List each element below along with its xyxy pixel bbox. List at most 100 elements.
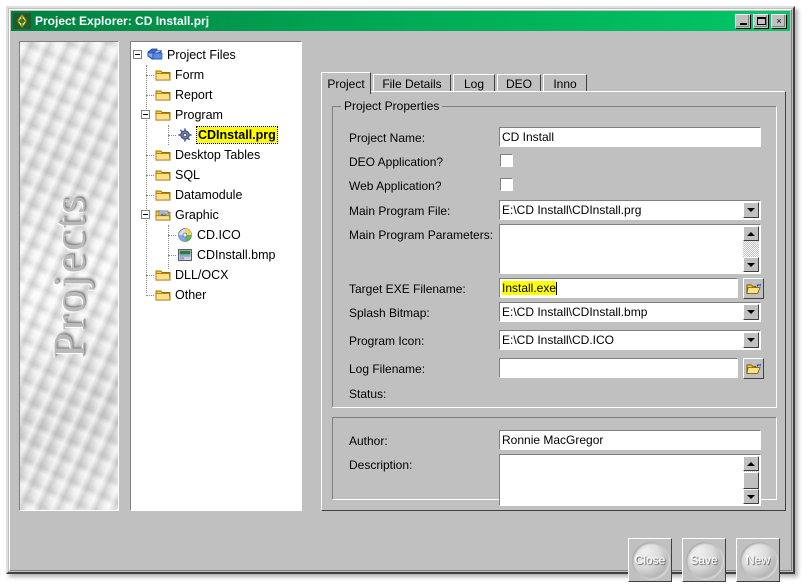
tree-node-label: Other <box>175 288 207 302</box>
project-tree-panel[interactable]: Project Files Form Report Program CDInst… <box>130 41 302 511</box>
log-filename-label: Log Filename: <box>349 362 426 376</box>
expander-minus-icon[interactable] <box>141 210 150 219</box>
projects-banner: Projects <box>19 41 119 511</box>
target-exe-label: Target EXE Filename: <box>349 282 466 296</box>
main-program-file-combo[interactable]: E:\CD Install\CDInstall.prg <box>499 200 761 220</box>
main-program-file-value: E:\CD Install\CDInstall.prg <box>502 203 642 217</box>
screenshot-root: Project Explorer: CD Install.prj × Proje… <box>0 0 809 585</box>
tree-node-label: Form <box>175 68 205 82</box>
folder-icon <box>155 267 171 283</box>
author-input[interactable]: Ronnie MacGregor <box>499 430 761 450</box>
tree-connector <box>146 155 154 156</box>
tab-label: Inno <box>553 76 577 91</box>
tree-node-cdinstall-prg[interactable]: CDInstall.prg <box>131 125 301 145</box>
program-icon-combo[interactable]: E:\CD Install\CD.ICO <box>499 330 761 350</box>
target-exe-browse-button[interactable] <box>743 278 764 299</box>
tree-connector <box>146 175 154 176</box>
tree-node-cd-ico[interactable]: CD.ICO <box>131 225 301 245</box>
log-filename-browse-button[interactable] <box>743 358 764 379</box>
tab-page-project: Project Properties Project Name: CD Inst… <box>321 91 786 511</box>
tree-node-desktop-tables[interactable]: Desktop Tables <box>131 145 301 165</box>
title-bar-buttons: × <box>735 13 787 29</box>
project-files-icon <box>147 47 163 63</box>
save-action-button[interactable]: Save <box>682 538 726 582</box>
tree-node-graphic[interactable]: Graphic <box>131 205 301 225</box>
tree-connector <box>146 195 154 196</box>
program-gear-icon <box>177 127 193 143</box>
text-caret <box>556 281 558 295</box>
tree-node-project-files[interactable]: Project Files <box>131 45 301 65</box>
memo-scrollbar[interactable] <box>743 226 759 272</box>
tree-node-datamodule[interactable]: Datamodule <box>131 185 301 205</box>
tree-node-label: Graphic <box>175 208 219 222</box>
tree-node-dll-ocx[interactable]: DLL/OCX <box>131 265 301 285</box>
expander-minus-icon[interactable] <box>141 110 150 119</box>
close-action-button[interactable]: Close <box>628 538 672 582</box>
chevron-down-icon[interactable] <box>743 304 759 320</box>
tree-node-label: DLL/OCX <box>175 268 229 282</box>
tree-node-sql[interactable]: SQL <box>131 165 301 185</box>
deo-application-label: DEO Application? <box>349 155 444 169</box>
window-client-area: Projects Project Files Form Report Progr… <box>11 32 790 582</box>
scroll-down-arrow-icon[interactable] <box>743 489 759 504</box>
tree-connector <box>168 135 176 136</box>
tree-node-label: Project Files <box>167 48 236 62</box>
open-folder-browse-icon <box>746 282 761 294</box>
tree-node-label-selected: CDInstall.prg <box>196 126 278 144</box>
tab-inno[interactable]: Inno <box>543 74 587 92</box>
tab-deo[interactable]: DEO <box>497 74 541 92</box>
project-name-input[interactable]: CD Install <box>499 127 761 147</box>
folder-icon <box>155 147 171 163</box>
minimize-button[interactable] <box>735 13 751 29</box>
tab-file-details[interactable]: File Details <box>373 74 451 92</box>
tree-node-other[interactable]: Other <box>131 285 301 305</box>
scroll-up-arrow-icon[interactable] <box>743 456 759 471</box>
scroll-down-arrow-icon[interactable] <box>743 257 759 272</box>
tab-label: File Details <box>382 76 442 91</box>
chevron-down-icon[interactable] <box>743 202 759 218</box>
scrollbar-thumb[interactable] <box>743 472 759 489</box>
folder-icon <box>155 67 171 83</box>
close-button-label: Close <box>634 553 666 567</box>
scroll-up-arrow-icon[interactable] <box>743 226 759 241</box>
tree-node-form[interactable]: Form <box>131 65 301 85</box>
web-application-label: Web Application? <box>349 179 442 193</box>
description-label: Description: <box>349 458 413 472</box>
maximize-button[interactable] <box>753 13 769 29</box>
expander-minus-icon[interactable] <box>133 50 142 59</box>
log-filename-input[interactable] <box>499 358 738 378</box>
chevron-down-icon[interactable] <box>743 332 759 348</box>
tree-connector <box>168 235 176 236</box>
tab-strip: Project File Details Log DEO Inno <box>321 72 786 94</box>
tree-node-cdinstall-bmp[interactable]: CDInstall.bmp <box>131 245 301 265</box>
target-exe-value: Install.exe <box>502 281 557 295</box>
target-exe-input[interactable]: Install.exe <box>499 278 738 298</box>
tree-node-label: Program <box>175 108 223 122</box>
splash-bitmap-combo[interactable]: E:\CD Install\CDInstall.bmp <box>499 302 761 322</box>
web-application-checkbox[interactable] <box>500 178 513 191</box>
tree-node-program[interactable]: Program <box>131 105 301 125</box>
description-memo[interactable] <box>499 454 761 506</box>
program-icon-value: E:\CD Install\CD.ICO <box>502 333 615 347</box>
folder-icon <box>155 167 171 183</box>
author-label: Author: <box>349 434 388 448</box>
close-button[interactable]: × <box>771 13 787 29</box>
tree-node-report[interactable]: Report <box>131 85 301 105</box>
project-tree: Project Files Form Report Program CDInst… <box>131 45 301 305</box>
project-properties-groupbox: Project Properties Project Name: CD Inst… <box>332 99 777 408</box>
title-bar[interactable]: Project Explorer: CD Install.prj × <box>11 11 790 31</box>
project-explorer-window: Project Explorer: CD Install.prj × Proje… <box>6 6 795 582</box>
tab-label: Log <box>463 76 485 91</box>
tab-log[interactable]: Log <box>453 74 495 92</box>
main-program-parameters-memo[interactable] <box>499 224 761 274</box>
splash-bitmap-label: Splash Bitmap: <box>349 306 430 320</box>
tree-node-label: Datamodule <box>175 188 243 202</box>
new-action-button[interactable]: New <box>736 538 780 582</box>
description-scrollbar[interactable] <box>743 456 759 504</box>
open-folder-browse-icon <box>746 362 761 374</box>
tab-project[interactable]: Project <box>321 72 371 94</box>
minimize-icon <box>736 15 750 28</box>
author-value: Ronnie MacGregor <box>502 433 604 447</box>
main-program-file-label: Main Program File: <box>349 204 451 218</box>
deo-application-checkbox[interactable] <box>500 154 513 167</box>
